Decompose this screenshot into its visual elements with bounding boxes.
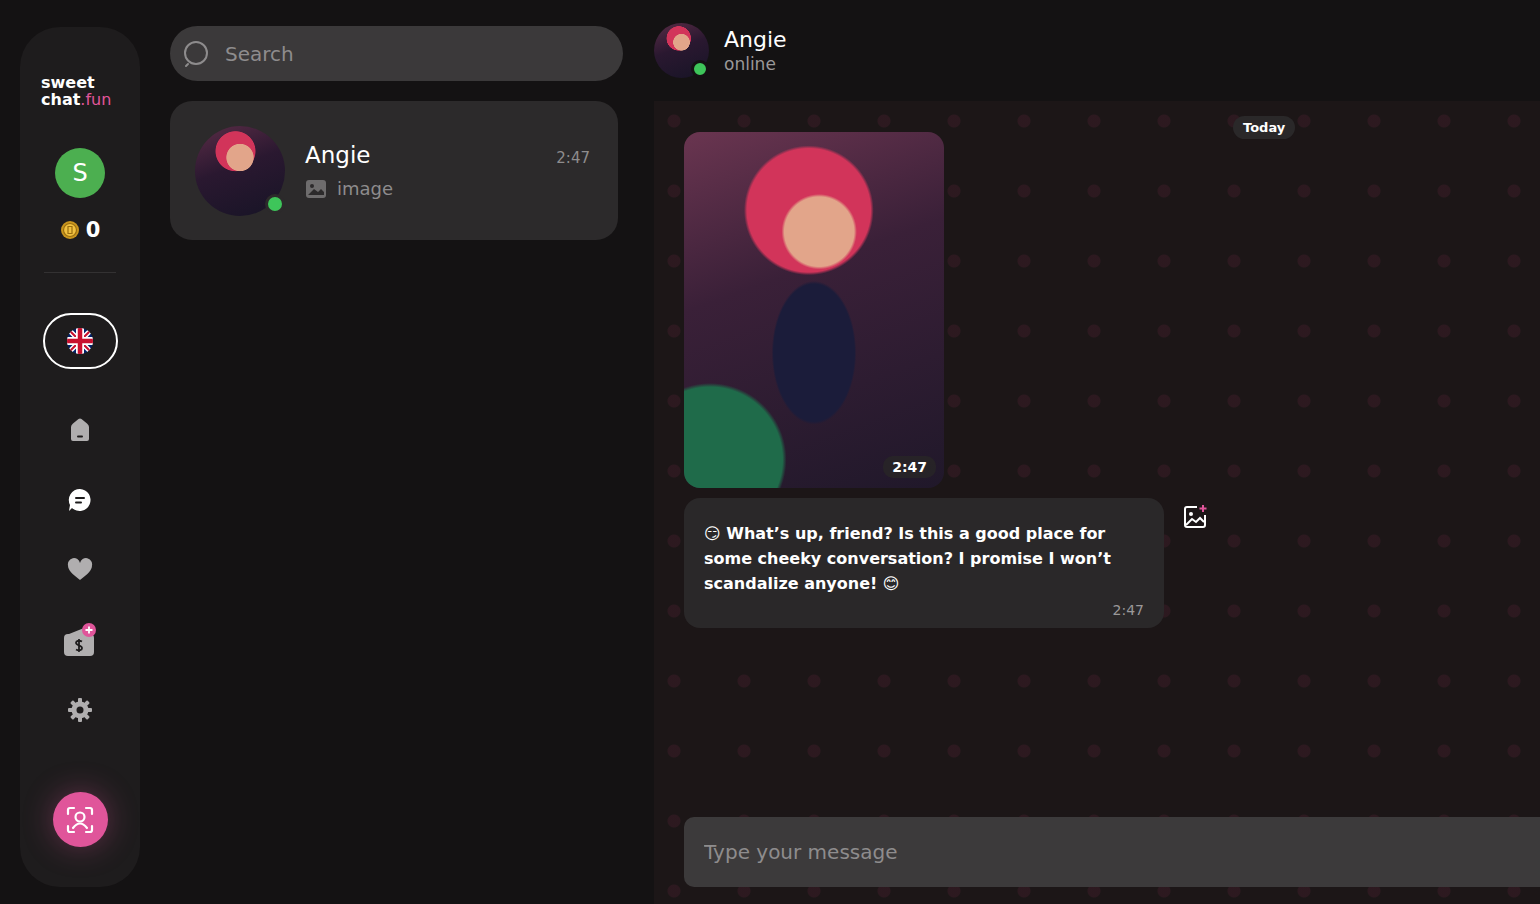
nav-list xyxy=(57,407,103,733)
logo[interactable]: sweetchat.fun xyxy=(41,74,119,108)
contact-top: Angie 2:47 xyxy=(305,142,590,168)
contact-preview: image xyxy=(305,178,590,199)
image-add-icon xyxy=(1182,504,1208,530)
coin-count: 0 xyxy=(86,218,101,242)
sidebar-area: sweetchat.fun S 0 xyxy=(0,0,140,904)
create-character-button[interactable] xyxy=(53,792,108,847)
text-message: 😏 What’s up, friend? Is this a good plac… xyxy=(684,498,1164,628)
message-input[interactable] xyxy=(684,817,1540,887)
message-row: 😏 What’s up, friend? Is this a good plac… xyxy=(684,498,1212,628)
chat-status: online xyxy=(724,54,787,74)
chat-panel: Angieonline Today 2:47 😏 What’s up, friend?… xyxy=(654,0,1540,904)
app: sweetchat.funS0Angie2:47imageAngieonline… xyxy=(0,0,1540,904)
divider xyxy=(44,272,116,273)
preview-text: image xyxy=(337,178,393,199)
logo-accent: .fun xyxy=(80,90,111,109)
logo-top: sweet xyxy=(41,74,119,91)
nav-item[interactable] xyxy=(57,407,103,453)
contact-name: Angie xyxy=(305,142,370,168)
language-button[interactable] xyxy=(43,313,118,369)
composer xyxy=(684,817,1540,887)
chat-body: Today 2:47 😏 What’s up, friend? Is this a … xyxy=(654,101,1540,904)
message-time: 2:47 xyxy=(883,456,936,478)
contact-time: 2:47 xyxy=(556,149,590,167)
request-image-button[interactable] xyxy=(1178,500,1212,534)
coin-balance[interactable]: 0 xyxy=(60,218,101,242)
image-icon xyxy=(305,179,327,199)
contact-avatar xyxy=(195,126,285,216)
search-input[interactable] xyxy=(223,41,607,67)
header-avatar[interactable] xyxy=(654,23,709,78)
sidebar: sweetchat.fun S 0 xyxy=(20,27,140,887)
message-time: 2:47 xyxy=(1113,602,1144,618)
nav-item[interactable] xyxy=(57,687,103,733)
date-chip: Today xyxy=(1233,116,1295,139)
logo-bottom: chat.fun xyxy=(41,91,119,108)
conversation-list-panel: Angie 2:47 image xyxy=(140,0,654,904)
contact-info: Angie 2:47 image xyxy=(305,142,590,199)
chat-header: Angieonline xyxy=(654,0,1540,101)
wallet-icon xyxy=(62,622,98,658)
search-field[interactable] xyxy=(170,26,623,81)
message-list: Today2:47😏 What’s up, friend? Is this a … xyxy=(684,132,1540,817)
coin-icon xyxy=(60,220,80,240)
face-scan-icon xyxy=(64,804,96,836)
heart-icon xyxy=(67,558,93,582)
online-dot xyxy=(265,194,285,214)
message-photo xyxy=(684,132,944,488)
nav-item[interactable] xyxy=(57,617,103,663)
message-text: 😏 What’s up, friend? Is this a good plac… xyxy=(704,521,1144,596)
chat-name: Angie xyxy=(724,27,787,52)
home-icon xyxy=(68,417,92,443)
chat-icon xyxy=(67,487,93,513)
uk-flag-icon xyxy=(66,327,94,355)
nav-item[interactable] xyxy=(57,547,103,593)
image-message[interactable]: 2:47 xyxy=(684,132,944,488)
nav-item[interactable] xyxy=(57,477,103,523)
user-avatar[interactable]: S xyxy=(55,148,105,198)
logo-main: chat xyxy=(41,90,80,109)
gear-icon xyxy=(67,697,93,723)
online-dot xyxy=(691,60,709,78)
contact-card[interactable]: Angie 2:47 image xyxy=(170,101,618,240)
header-text: Angieonline xyxy=(724,27,787,74)
search-icon xyxy=(183,40,211,68)
